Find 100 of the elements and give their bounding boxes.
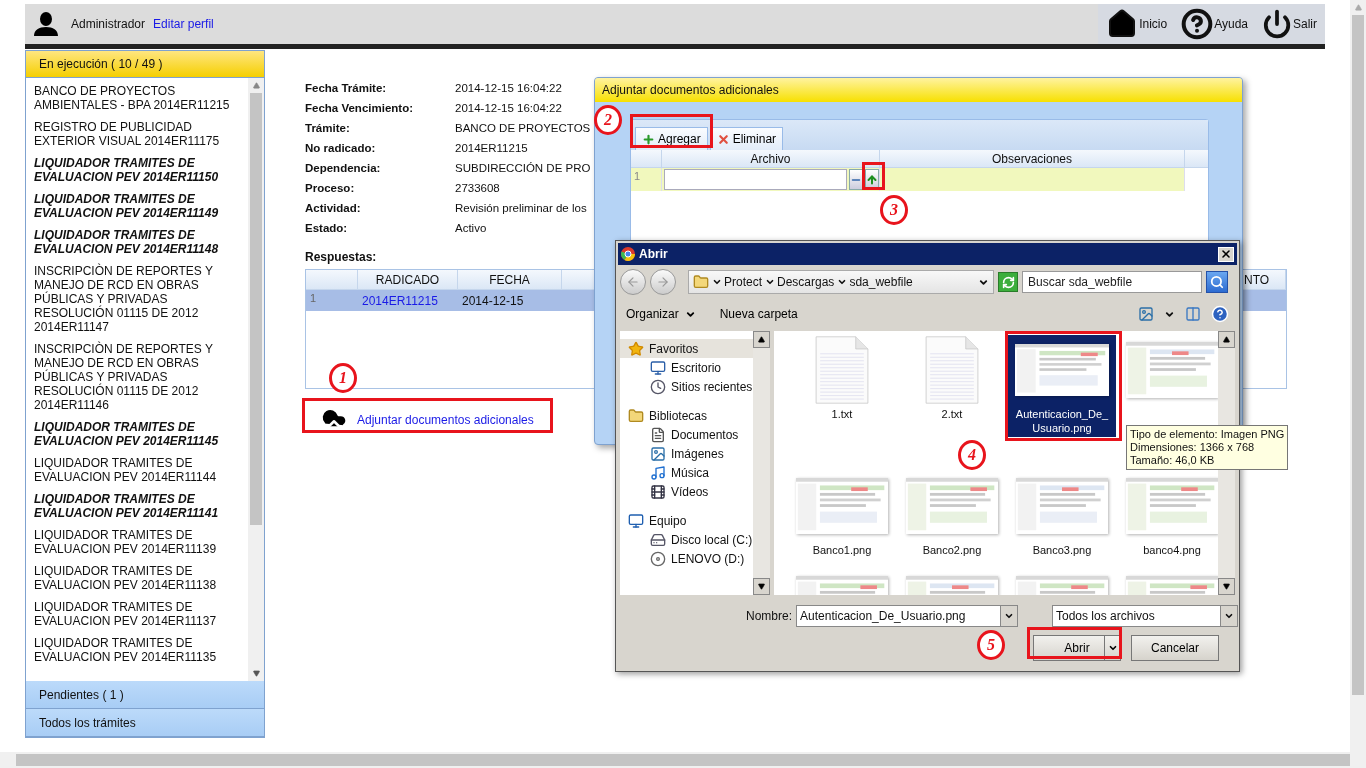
search-icon [1210, 275, 1224, 289]
nav-link[interactable]: Ayuda [1181, 8, 1248, 40]
file-input[interactable] [664, 169, 847, 190]
file-item[interactable]: Banco1.png [788, 471, 896, 559]
file-item[interactable]: banco4.png [1118, 471, 1218, 559]
toolbar-tab[interactable]: Eliminar [709, 127, 784, 150]
list-item[interactable]: LIQUIDADOR TRAMITES DE EVALUACION PEV 2014ER11150 [26, 152, 248, 188]
caret-icon [837, 277, 848, 287]
music-icon [650, 464, 666, 481]
field-label: Actividad: [305, 202, 361, 214]
nav-link[interactable]: Inicio [1106, 8, 1168, 40]
tooltip-line: Tamaño: 46,0 KB [1130, 454, 1216, 467]
refresh-button[interactable] [998, 272, 1018, 292]
toolbar-button[interactable]: Organizar [626, 307, 696, 321]
up-arrow-icon [758, 336, 765, 343]
edit-profile-link[interactable]: Editar perfil [153, 17, 214, 31]
observations-cell[interactable] [880, 168, 1185, 191]
address-bar[interactable]: Protect Descargas sda_webfile [688, 270, 994, 294]
list-item[interactable]: LIQUIDADOR TRAMITES DE EVALUACION PEV 2014ER11135 [26, 632, 248, 668]
preview-pane-icon[interactable] [1185, 306, 1201, 322]
tree-item[interactable]: Bibliotecas [620, 406, 753, 425]
scrollbar[interactable] [1350, 0, 1366, 752]
tree-item[interactable]: Documentos [620, 425, 753, 444]
scrollbar[interactable] [0, 752, 1366, 768]
path-segment[interactable]: sda_webfile [849, 275, 913, 289]
search-field[interactable]: Buscar sda_webfile [1022, 271, 1202, 293]
radicado-link[interactable]: 2014ER11215 [362, 293, 438, 308]
dialog-title-bar: Abrir [618, 243, 1237, 265]
file-item[interactable]: 2.txt [898, 335, 1006, 423]
filename-field[interactable]: Autenticacion_De_Usuario.png [796, 605, 1018, 627]
folder-icon [628, 407, 644, 424]
power-icon [1262, 9, 1292, 39]
tree-item[interactable]: Favoritos [620, 339, 753, 358]
list-item[interactable]: INSCRIPCIÒN DE REPORTES Y MANEJO DE RCD EN OBRAS PÚBLICAS Y PRIVADAS RESOLUCIÓN 01115 DE 2012 2014ER11146 [26, 338, 248, 416]
list-item[interactable]: LIQUIDADOR TRAMITES DE EVALUACION PEV 2014ER11138 [26, 560, 248, 596]
star-icon [628, 340, 644, 357]
caret-icon [1004, 611, 1014, 621]
delete-icon [716, 132, 730, 146]
tooltip-line: Tipo de elemento: Imagen PNG [1130, 428, 1285, 441]
column-header[interactable]: FECHA [458, 270, 562, 289]
field-label: Fecha Trámite: [305, 82, 387, 94]
plus-icon [642, 132, 655, 146]
tree-item[interactable]: Disco local (C:) [620, 530, 753, 549]
view-icon[interactable] [1138, 306, 1154, 322]
file-item[interactable]: Autenticacion_De_Usuario.png [1008, 335, 1116, 437]
list-item[interactable]: BANCO DE PROYECTOS AMBIENTALES - BPA 2014ER11215 [26, 80, 248, 116]
list-item[interactable]: LIQUIDADOR TRAMITES DE EVALUACION PEV 2014ER11149 [26, 188, 248, 224]
tree-item[interactable]: Vídeos [620, 482, 753, 501]
close-button[interactable] [1218, 246, 1234, 262]
caret-icon [1224, 611, 1234, 621]
list-item[interactable]: LIQUIDADOR TRAMITES DE EVALUACION PEV 2014ER11144 [26, 452, 248, 488]
back-arrow-icon [626, 275, 640, 289]
column-header[interactable]: RADICADO [358, 270, 458, 289]
clear-button[interactable] [849, 169, 863, 190]
file-item[interactable]: Banco3.png [1008, 471, 1116, 559]
forward-button[interactable] [650, 269, 676, 295]
app-icon [621, 247, 635, 261]
file-type-select[interactable]: Todos los archivos [1052, 605, 1238, 627]
filename-label: Nombre: [746, 609, 792, 623]
path-segment[interactable]: Descargas [777, 275, 835, 289]
column-header[interactable]: Archivo [662, 150, 880, 167]
list-item[interactable]: LIQUIDADOR TRAMITES DE EVALUACION PEV 2014ER11137 [26, 596, 248, 632]
list-item[interactable]: LIQUIDADOR TRAMITES DE EVALUACION PEV 2014ER11139 [26, 524, 248, 560]
list-item[interactable]: LIQUIDADOR TRAMITES DE EVALUACION PEV 2014ER11148 [26, 224, 248, 260]
file-item[interactable]: Banco2.png [898, 471, 1006, 559]
search-button[interactable] [1206, 271, 1228, 293]
help-icon[interactable] [1211, 305, 1229, 323]
toolbar-button[interactable]: Nueva carpeta [719, 307, 798, 321]
document-icon [650, 426, 666, 443]
field-value: 2733608 [455, 182, 500, 194]
column-header[interactable]: Observaciones [880, 150, 1185, 167]
back-button[interactable] [620, 269, 646, 295]
list-item[interactable]: LIQUIDADOR TRAMITES DE EVALUACION PEV 2014ER11141 [26, 488, 248, 524]
attach-documents-link[interactable]: Adjuntar documentos adicionales [305, 401, 555, 439]
folder-icon [693, 274, 709, 290]
nav-link[interactable]: Salir [1262, 9, 1317, 39]
tree-item[interactable]: Escritorio [620, 358, 753, 377]
field-value: 2014-12-15 16:04:22 [455, 82, 562, 94]
tree-item[interactable]: Equipo [620, 511, 753, 530]
section-header[interactable]: En ejecución ( 10 / 49 ) [26, 51, 264, 78]
list-item[interactable]: REGISTRO DE PUBLICIDAD EXTERIOR VISUAL 2014ER11175 [26, 116, 248, 152]
section-header[interactable]: Pendientes ( 1 ) [26, 681, 264, 709]
list-item[interactable]: INSCRIPCIÒN DE REPORTES Y MANEJO DE RCD EN OBRAS PÚBLICAS Y PRIVADAS RESOLUCIÓN 01115 DE 2012 2014ER11147 [26, 260, 248, 338]
field-value: 2014-12-15 16:04:22 [455, 102, 562, 114]
tree-item[interactable]: LENOVO (D:) [620, 549, 753, 568]
list-item[interactable]: LIQUIDADOR TRAMITES DE EVALUACION PEV 2014ER11145 [26, 416, 248, 452]
caret-icon [765, 277, 775, 287]
tree-item[interactable]: Sitios recientes [620, 377, 753, 396]
scrollbar[interactable] [248, 78, 264, 681]
row-number: 1 [631, 168, 662, 191]
file-item[interactable]: 1.txt [788, 335, 896, 423]
tree-item[interactable]: Música [620, 463, 753, 482]
scrollbar[interactable] [753, 331, 770, 595]
dialog-button[interactable]: Abrir [1033, 635, 1121, 661]
text-file-icon [925, 336, 979, 404]
dialog-button[interactable]: Cancelar [1131, 635, 1219, 661]
film-icon [650, 483, 666, 500]
path-segment[interactable]: Protect [724, 275, 762, 289]
tree-item[interactable]: Imágenes [620, 444, 753, 463]
section-header[interactable]: Todos los trámites [26, 709, 264, 737]
